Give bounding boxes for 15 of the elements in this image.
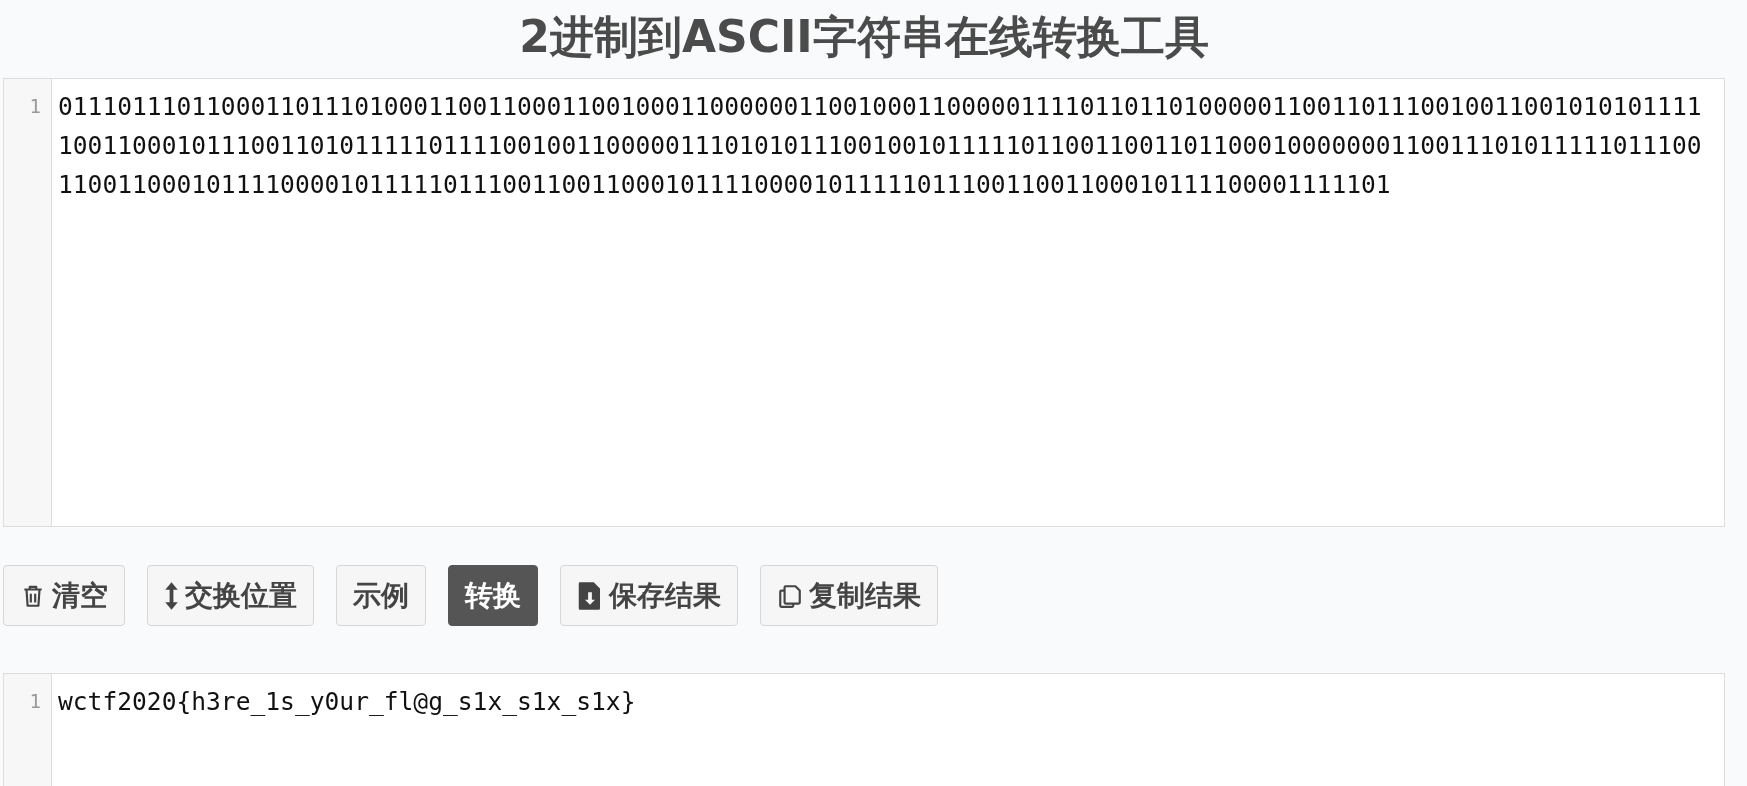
binary-text: 011101110110001101110100011001100011001000110000001100100011000001111011011010000011001101110010011001010101111100110001011100110101111101111001001100000111010101110010010111110110011001101100010000000110011101011111011100110011000101111000010111110111001100110001011110000101111101110011001100010111100001111101: [58, 91, 1702, 201]
action-button[interactable]: 示例: [336, 565, 426, 626]
action-button[interactable]: 保存结果: [560, 565, 738, 626]
output-editor[interactable]: 1 wctf2020{h3re_1s_y0ur_fl@g_s1x_s1x_s1x}: [3, 673, 1725, 786]
file-download-icon: [577, 580, 603, 611]
result-text: wctf2020{h3re_1s_y0ur_fl@g_s1x_s1x_s1x}: [58, 686, 637, 718]
line-number: 1: [29, 690, 41, 712]
action-button[interactable]: 清空: [3, 565, 125, 626]
action-button[interactable]: 交换位置: [147, 565, 314, 626]
action-button[interactable]: 复制结果: [760, 565, 938, 626]
page-title: 2进制到ASCII字符串在线转换工具: [518, 10, 1210, 64]
input-editor[interactable]: [3, 78, 1725, 527]
action-button[interactable]: 转换: [448, 565, 538, 626]
line-number: 1: [29, 95, 41, 117]
up-down-arrow-icon: [164, 580, 179, 611]
